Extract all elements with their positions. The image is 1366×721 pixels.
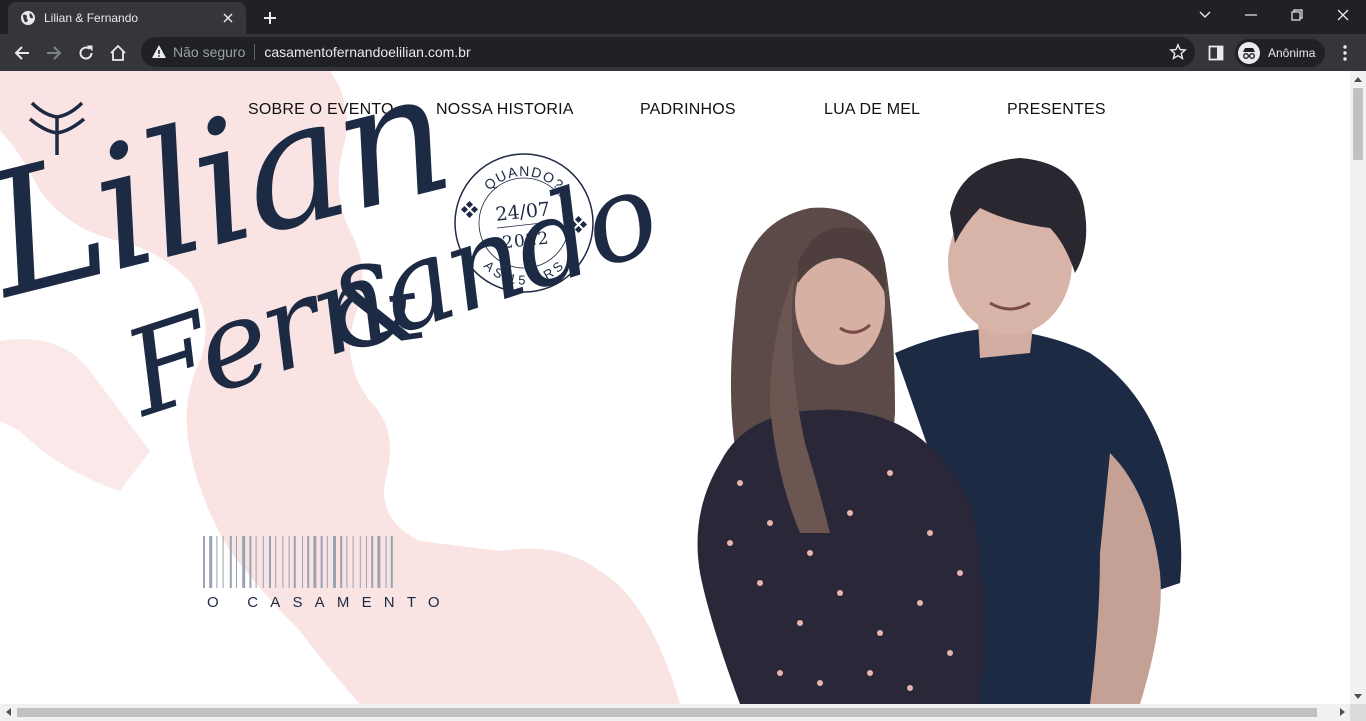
- barcode-bar: [307, 536, 310, 588]
- browser-toolbar: Não seguro casamentofernandoelilian.com.…: [0, 34, 1366, 71]
- reload-icon[interactable]: [72, 39, 100, 67]
- side-panel-icon[interactable]: [1205, 42, 1227, 64]
- incognito-label: Anônima: [1268, 46, 1316, 60]
- barcode-bar: [249, 536, 252, 588]
- tab-strip: Lilian & Fernando: [0, 0, 1366, 34]
- warning-icon[interactable]: [151, 44, 167, 60]
- barcode-bar: [275, 536, 277, 588]
- url-text[interactable]: casamentofernandoelilian.com.br: [264, 44, 470, 60]
- scrollbar-corner: [1350, 704, 1366, 721]
- scroll-left-icon[interactable]: [0, 704, 16, 720]
- bookmark-star-icon[interactable]: [1169, 43, 1187, 61]
- barcode-bar: [269, 536, 271, 588]
- forward-icon[interactable]: [40, 39, 68, 67]
- barcode-bar: [302, 536, 303, 588]
- barcode-bar: [377, 536, 381, 588]
- omnibox-divider: [254, 44, 256, 60]
- globe-icon: [20, 10, 36, 26]
- incognito-icon: [1238, 42, 1260, 64]
- barcode-graphic: [203, 536, 393, 588]
- barcode-bar: [352, 536, 354, 588]
- home-icon[interactable]: [104, 39, 132, 67]
- new-tab-button[interactable]: [258, 7, 282, 29]
- barcode-bar: [222, 536, 224, 588]
- scroll-down-icon[interactable]: [1350, 688, 1366, 704]
- page-viewport: SOBRE O EVENTO NOSSA HISTORIA PADRINHOS …: [0, 71, 1350, 704]
- barcode-bar: [255, 536, 257, 588]
- nav-presentes[interactable]: PRESENTES: [1007, 101, 1106, 119]
- barcode-bar: [359, 536, 361, 588]
- barcode-bar: [326, 536, 328, 588]
- restore-icon[interactable]: [1274, 0, 1320, 30]
- barcode-bar: [282, 536, 284, 588]
- vertical-scrollbar[interactable]: [1350, 71, 1366, 704]
- horizontal-scrollbar[interactable]: [0, 704, 1350, 721]
- horizontal-scroll-thumb[interactable]: [17, 708, 1317, 717]
- barcode-bar: [340, 536, 343, 588]
- nav-padrinhos[interactable]: PADRINHOS: [640, 101, 736, 119]
- barcode-bar: [209, 536, 213, 588]
- barcode-bar: [390, 536, 393, 588]
- vertical-scroll-thumb[interactable]: [1353, 88, 1363, 160]
- barcode-bar: [313, 536, 317, 588]
- barcode-bar: [371, 536, 374, 588]
- barcode-bar: [320, 536, 323, 588]
- barcode-bar: [242, 536, 246, 588]
- address-bar[interactable]: Não seguro casamentofernandoelilian.com.…: [141, 37, 1195, 67]
- scroll-up-icon[interactable]: [1350, 71, 1366, 87]
- barcode-bar: [385, 536, 387, 588]
- barcode-bar: [236, 536, 237, 588]
- barcode-bar: [262, 536, 264, 588]
- barcode-bar: [203, 536, 205, 588]
- barcode-bar: [333, 536, 336, 588]
- nav-lua-de-mel[interactable]: LUA DE MEL: [824, 101, 920, 119]
- barcode-bar: [346, 536, 348, 588]
- barcode-bar: [216, 536, 218, 588]
- couple-photo: [697, 158, 1182, 704]
- barcode-bar: [288, 536, 290, 588]
- scroll-right-icon[interactable]: [1334, 704, 1350, 720]
- kebab-menu-icon[interactable]: [1334, 41, 1356, 65]
- close-window-icon[interactable]: [1320, 0, 1366, 30]
- wedding-subtitle: O CASAMENTO: [207, 594, 452, 611]
- back-icon[interactable]: [8, 39, 36, 67]
- security-label[interactable]: Não seguro: [173, 44, 245, 60]
- barcode-bar: [229, 536, 232, 588]
- tab-title: Lilian & Fernando: [44, 11, 139, 25]
- barcode-bar: [366, 536, 367, 588]
- nav-nossa-historia[interactable]: NOSSA HISTORIA: [436, 101, 574, 119]
- tab-search-icon[interactable]: [1182, 0, 1228, 30]
- minimize-icon[interactable]: [1228, 0, 1274, 30]
- barcode-bar: [293, 536, 296, 588]
- incognito-profile-button[interactable]: Anônima: [1235, 39, 1326, 67]
- close-tab-icon[interactable]: [220, 10, 236, 26]
- browser-tab[interactable]: Lilian & Fernando: [8, 2, 246, 34]
